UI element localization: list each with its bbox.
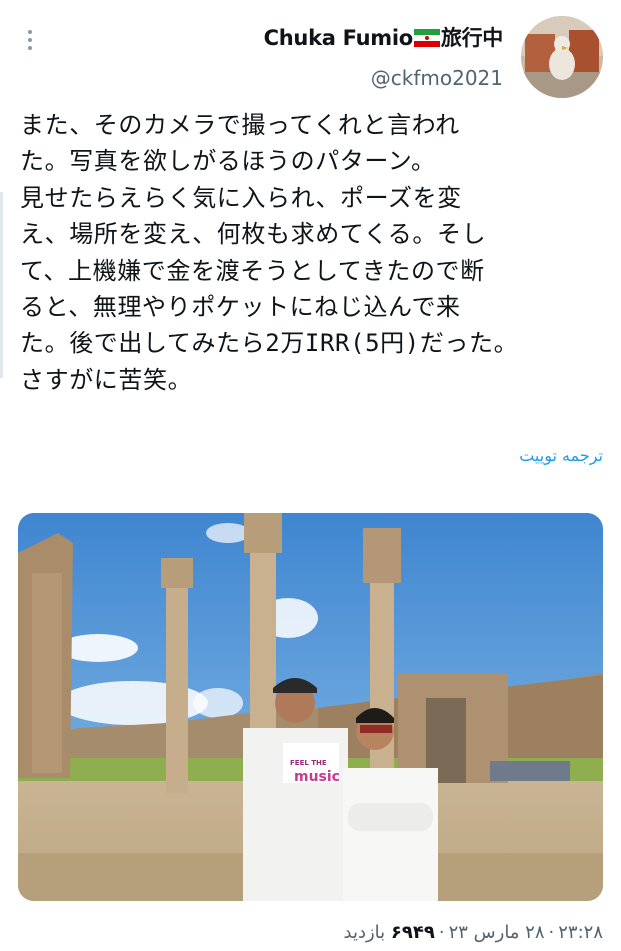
- shirt-text-top: FEEL THE: [290, 759, 327, 767]
- tweet-line: え、場所を変え、何枚も求めてくる。そし: [20, 220, 487, 249]
- shirt-text-music: music: [294, 769, 340, 785]
- translate-tweet-link[interactable]: ترجمه توییت: [519, 446, 603, 465]
- more-dot-icon: [28, 38, 32, 42]
- tweet-line: た。写真を欲しがるほうのパターン。: [20, 147, 436, 176]
- tweet-date: ۲۸ مارس ۲۳: [448, 922, 545, 943]
- meta-separator: ·: [548, 922, 555, 943]
- avatar-image: [521, 16, 603, 98]
- meta-separator: ·: [438, 922, 445, 943]
- tweet-line: また、そのカメラで撮ってくれと言われ: [20, 111, 460, 139]
- tweet-line: 見せたらえらく気に入られ、ポーズを変: [20, 183, 462, 212]
- persepolis-photo: FEEL THE music: [18, 513, 603, 901]
- views-label: بازدید: [343, 922, 386, 943]
- display-name-text: Chuka Fumio: [263, 26, 414, 50]
- tweet-line: ると、無理やりポケットにねじ込んで来: [20, 293, 461, 322]
- display-name-suffix: 旅行中: [440, 26, 503, 50]
- avatar[interactable]: [521, 16, 603, 98]
- views-count: ۶۹۴۹: [390, 922, 435, 943]
- tweet-metadata: ۲۳:۲۸·۲۸ مارس ۲۳·۶۹۴۹ بازدید: [344, 922, 604, 943]
- iran-flag-icon: [413, 29, 440, 47]
- scroll-edge-divider: [0, 192, 3, 378]
- author-handle[interactable]: @ckfmo2021: [371, 66, 503, 90]
- tweet-photo[interactable]: FEEL THE music: [18, 513, 603, 901]
- more-options-button[interactable]: [18, 26, 42, 54]
- author-display-name[interactable]: Chuka Fumio 旅行中: [263, 22, 504, 52]
- tweet-line: て、上機嫌で金を渡そうとしてきたので断: [20, 256, 485, 285]
- tweet-time: ۲۳:۲۸: [558, 922, 603, 943]
- more-dot-icon: [28, 46, 32, 50]
- tweet-line: た。後で出してみたら2万IRR(5円)だった。: [20, 329, 519, 358]
- more-dot-icon: [28, 30, 32, 34]
- tweet-text: また、そのカメラで撮ってくれと言われ た。写真を欲しがるほうのパターン。 見せた…: [20, 107, 610, 398]
- tweet-line: さすがに苦笑。: [20, 365, 193, 394]
